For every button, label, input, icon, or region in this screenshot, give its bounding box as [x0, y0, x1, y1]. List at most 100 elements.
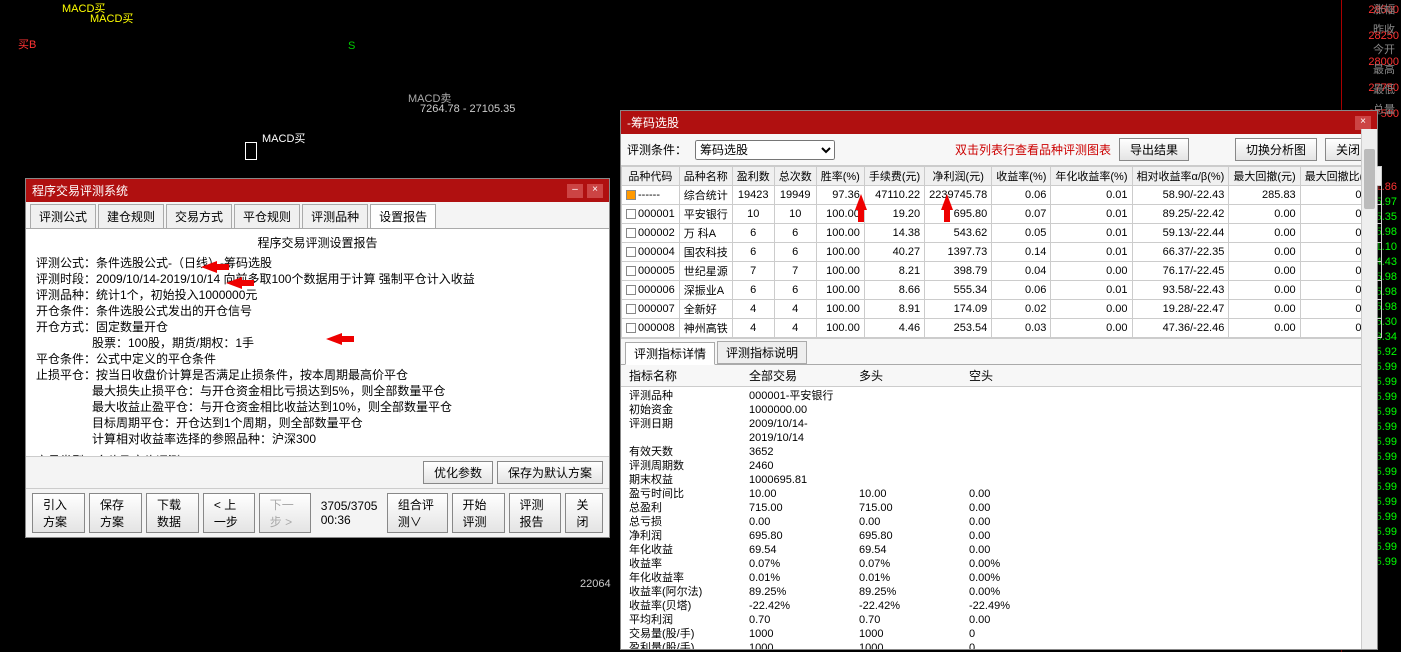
- report-line: 开仓条件：条件选股公式发出的开仓信号: [36, 303, 252, 319]
- row-checkbox[interactable]: [626, 266, 636, 276]
- side-label: 最低: [1373, 80, 1401, 100]
- import-plan-button[interactable]: 引入方案: [32, 493, 85, 533]
- results-table[interactable]: 品种代码 品种名称 盈利数 总次数 胜率(%) 手续费(元) 净利润(元) 收益…: [621, 166, 1382, 338]
- eval-report-button[interactable]: 评测报告: [509, 493, 562, 533]
- export-button[interactable]: 导出结果: [1119, 138, 1189, 161]
- detail-row: 收益率0.07%0.07%0.00%: [629, 557, 1369, 571]
- window-titlebar[interactable]: 程序交易评测系统 – ×: [26, 179, 609, 202]
- report-line: 最大收益止盈平仓：与开仓资金相比收益达到10%，则全部数量平仓: [92, 399, 452, 415]
- row-checkbox[interactable]: [626, 228, 636, 238]
- dh-long: 多头: [859, 367, 969, 384]
- sell-label: S: [348, 40, 355, 52]
- hint-text: 双击列表行查看品种评测图表: [955, 141, 1111, 158]
- side-label: 昨收: [1373, 20, 1401, 40]
- col-fee[interactable]: 手续费(元): [864, 167, 924, 186]
- col-annret[interactable]: 年化收益率(%): [1051, 167, 1132, 186]
- combo-eval-button[interactable]: 组合评测∨: [387, 493, 448, 533]
- detail-row: 期末权益1000695.81: [629, 473, 1369, 487]
- report-title: 程序交易评测设置报告: [36, 235, 599, 251]
- report-body: 程序交易评测设置报告 评测公式：条件选股公式-（日线）-筹码选股 评测时段：20…: [26, 229, 609, 456]
- annotation-arrow-icon: [226, 277, 242, 289]
- table-row[interactable]: 000001平安银行1010100.0019.20695.800.070.018…: [622, 205, 1382, 224]
- tab-settings-report[interactable]: 设置报告: [370, 204, 436, 228]
- price-label-22064: 22064: [580, 578, 611, 590]
- detail-row: 总盈利715.00715.000.00: [629, 501, 1369, 515]
- table-row[interactable]: 000008神州高铁44100.004.46253.540.030.0047.3…: [622, 319, 1382, 338]
- tab-formula[interactable]: 评测公式: [30, 204, 96, 228]
- report-line: 止损平仓：按当日收盘价计算是否满足止损条件，按本周期最高价平仓: [36, 367, 408, 383]
- detail-row: 年化收益69.5469.540.00: [629, 543, 1369, 557]
- row-checkbox[interactable]: [626, 247, 636, 257]
- report-line: 开仓方式：固定数量开仓: [36, 319, 168, 335]
- close-button[interactable]: 关闭: [565, 493, 603, 533]
- col-ddv[interactable]: 最大回撤(元): [1229, 167, 1300, 186]
- side-label: 今开: [1373, 40, 1401, 60]
- tab-build-rule[interactable]: 建仓规则: [98, 204, 164, 228]
- buy-label: 买B: [18, 36, 36, 52]
- row-checkbox[interactable]: [626, 285, 636, 295]
- annotation-arrow-icon: [941, 194, 953, 210]
- detail-row: 平均利润0.700.700.00: [629, 613, 1369, 627]
- window-titlebar[interactable]: -筹码选股 ×: [621, 111, 1377, 134]
- detail-row: 交易量(股/手)100010000: [629, 627, 1369, 641]
- dh-all: 全部交易: [749, 367, 859, 384]
- col-rel[interactable]: 相对收益率α/β(%): [1132, 167, 1229, 186]
- tab-symbols[interactable]: 评测品种: [302, 204, 368, 228]
- report-line: 评测品种：统计1个，初始投入1000000元: [36, 287, 257, 303]
- close-icon[interactable]: ×: [1355, 116, 1371, 130]
- report-line: 目标周期平仓：开仓达到1个周期，则全部数量平仓: [92, 415, 363, 431]
- col-code[interactable]: 品种代码: [622, 167, 680, 186]
- table-row[interactable]: 000002万 科A66100.0014.38543.620.050.0159.…: [622, 224, 1382, 243]
- col-name[interactable]: 品种名称: [679, 167, 732, 186]
- detail-row: 评测日期2009/10/14-2019/10/14: [629, 417, 1369, 445]
- table-row[interactable]: 000005世纪星源77100.008.21398.790.040.0076.1…: [622, 262, 1382, 281]
- close-icon[interactable]: ×: [587, 184, 603, 198]
- prev-step-button[interactable]: < 上一步: [203, 493, 255, 533]
- detail-row: 评测周期数2460: [629, 459, 1369, 473]
- col-win[interactable]: 盈利数: [732, 167, 774, 186]
- detail-row: 净利润695.80695.800.00: [629, 529, 1369, 543]
- download-data-button[interactable]: 下载数据: [146, 493, 199, 533]
- tab-trade-mode[interactable]: 交易方式: [166, 204, 232, 228]
- table-row[interactable]: 000004国农科技66100.0040.271397.730.140.0166…: [622, 243, 1382, 262]
- price-range-label: 7264.78 - 27105.35: [420, 103, 515, 115]
- dh-name: 指标名称: [629, 367, 749, 384]
- report-line: 计算相对收益率选择的参照品种：沪深300: [92, 431, 316, 447]
- annotation-arrow-icon: [326, 333, 342, 345]
- subtab-desc[interactable]: 评测指标说明: [717, 341, 807, 364]
- table-row[interactable]: 000007全新好44100.008.91174.090.020.0019.28…: [622, 300, 1382, 319]
- tab-close-rule[interactable]: 平仓规则: [234, 204, 300, 228]
- window-title: -筹码选股: [627, 114, 679, 131]
- table-row[interactable]: ------综合统计194231994997.3647110.222239745…: [622, 186, 1382, 205]
- col-net[interactable]: 净利润(元): [925, 167, 992, 186]
- row-checkbox[interactable]: [626, 304, 636, 314]
- tabs-bar: 评测公式 建仓规则 交易方式 平仓规则 评测品种 设置报告: [26, 202, 609, 229]
- detail-row: 总亏损0.000.000.00: [629, 515, 1369, 529]
- save-as-default-button[interactable]: 保存为默认方案: [497, 461, 603, 484]
- optimize-button[interactable]: 优化参数: [423, 461, 493, 484]
- report-line: 平仓条件：公式中定义的平仓条件: [36, 351, 216, 367]
- detail-row: 评测品种000001-平安银行: [629, 389, 1369, 403]
- annotation-arrow-icon: [855, 194, 867, 210]
- col-rate[interactable]: 胜率(%): [816, 167, 864, 186]
- col-ret[interactable]: 收益率(%): [992, 167, 1051, 186]
- col-total[interactable]: 总次数: [774, 167, 816, 186]
- minimize-icon[interactable]: –: [567, 184, 583, 198]
- detail-row: 年化收益率0.01%0.01%0.00%: [629, 571, 1369, 585]
- evaluation-system-window: 程序交易评测系统 – × 评测公式 建仓规则 交易方式 平仓规则 评测品种 设置…: [25, 178, 610, 538]
- start-eval-button[interactable]: 开始评测: [452, 493, 505, 533]
- subtab-detail[interactable]: 评测指标详情: [625, 342, 715, 365]
- switch-chart-button[interactable]: 切换分析图: [1235, 138, 1317, 161]
- save-plan-button[interactable]: 保存方案: [89, 493, 142, 533]
- row-checkbox[interactable]: [626, 209, 636, 219]
- condition-label: 评测条件：: [627, 141, 687, 158]
- macd-buy-label-3: MACD买: [262, 130, 305, 146]
- row-checkbox[interactable]: [626, 190, 636, 200]
- detail-row: 收益率(阿尔法)89.25%89.25%0.00%: [629, 585, 1369, 599]
- scrollbar-thumb[interactable]: [1364, 149, 1375, 209]
- detail-row: 初始资金1000000.00: [629, 403, 1369, 417]
- condition-select[interactable]: 筹码选股: [695, 140, 835, 160]
- table-row[interactable]: 000006深振业A66100.008.66555.340.060.0193.5…: [622, 281, 1382, 300]
- row-checkbox[interactable]: [626, 323, 636, 333]
- vertical-scrollbar[interactable]: [1361, 129, 1377, 649]
